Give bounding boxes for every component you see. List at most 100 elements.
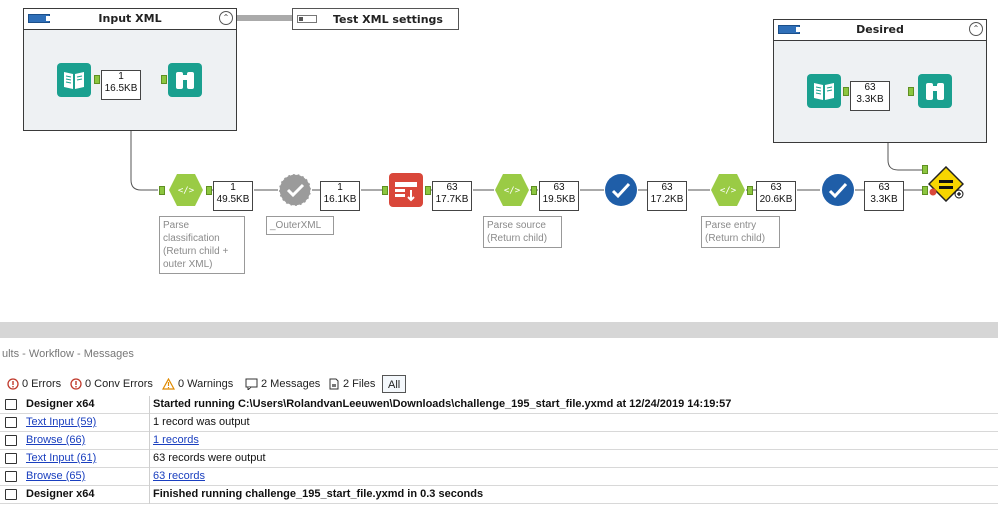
error-icon — [70, 378, 82, 390]
row-tool: Designer x64 — [26, 398, 95, 410]
message-icon — [5, 399, 17, 410]
select-blue-icon[interactable] — [604, 173, 638, 207]
file-icon — [5, 435, 17, 446]
record-count: 63 — [446, 182, 458, 193]
workflow-canvas[interactable]: Input XML ⌃ 1 16.5KB Test XML settings D… — [0, 0, 998, 322]
message-filter-bar: 0 Errors 0 Conv Errors 0 Warnings 2 Mess… — [0, 373, 998, 395]
row-message: Finished running challenge_195_start_fil… — [153, 488, 484, 500]
xml-parse-icon[interactable]: </> — [494, 173, 529, 207]
record-count: 63 — [661, 182, 673, 193]
input-anchor[interactable] — [159, 186, 165, 195]
row-tool-link[interactable]: Browse (66) — [26, 434, 85, 446]
record-count-box: 63 17.7KB — [432, 181, 472, 211]
record-count-box: 63 3.3KB — [850, 81, 890, 111]
record-size: 17.7KB — [435, 194, 469, 205]
row-message: 63 records were output — [153, 452, 266, 464]
record-size: 49.5KB — [216, 194, 250, 205]
test-xml-settings-box[interactable]: Test XML settings — [292, 8, 459, 30]
record-size: 3.3KB — [870, 194, 898, 205]
filter-files[interactable]: 2 Files — [328, 375, 375, 393]
table-row[interactable]: Designer x64 Started running C:\Users\Ro… — [0, 396, 998, 414]
record-count-box: 63 20.6KB — [756, 181, 796, 211]
filter-conv-errors[interactable]: 0 Conv Errors — [70, 375, 153, 393]
output-anchor[interactable] — [94, 75, 100, 84]
output-anchor[interactable] — [531, 186, 537, 195]
filter-errors-label: 0 Errors — [22, 378, 62, 390]
table-row[interactable]: Designer x64 Finished running challenge_… — [0, 486, 998, 504]
filter-all[interactable]: All — [382, 375, 407, 393]
filter-conv-errors-label: 0 Conv Errors — [85, 378, 153, 390]
row-tool: Designer x64 — [26, 488, 95, 500]
table-row[interactable]: Browse (66) 1 records — [0, 432, 998, 450]
output-anchor[interactable] — [843, 87, 849, 96]
container-title: Desired — [856, 23, 904, 36]
record-count-box: 63 3.3KB — [864, 181, 904, 211]
container-header[interactable]: Desired ⌃ — [774, 20, 986, 41]
input-anchor[interactable] — [382, 186, 388, 195]
record-size: 16.5KB — [104, 83, 138, 94]
svg-text:</>: </> — [720, 186, 737, 196]
row-tool-link[interactable]: Text Input (61) — [26, 452, 96, 464]
input-anchor[interactable] — [161, 75, 167, 84]
record-count-box: 63 19.5KB — [539, 181, 579, 211]
message-icon — [245, 378, 258, 391]
filter-warnings-label: 0 Warnings — [178, 378, 234, 390]
output-anchor[interactable] — [206, 186, 212, 195]
row-tool-link[interactable]: Browse (65) — [26, 470, 85, 482]
filter-messages[interactable]: 2 Messages — [245, 375, 320, 393]
table-row[interactable]: Text Input (59) 1 record was output — [0, 414, 998, 432]
text-input-icon[interactable] — [57, 63, 91, 97]
row-tool-link[interactable]: Text Input (59) — [26, 416, 96, 428]
record-count-box: 63 17.2KB — [647, 181, 687, 211]
xml-parse-icon[interactable]: </> — [168, 173, 203, 207]
output-anchor[interactable] — [425, 186, 431, 195]
record-size: 16.1KB — [323, 194, 357, 205]
filter-files-label: 2 Files — [343, 378, 376, 390]
row-message: 1 record was output — [153, 416, 250, 428]
record-count: 1 — [118, 71, 124, 82]
table-row[interactable]: Text Input (61) 63 records were output — [0, 450, 998, 468]
browse-icon[interactable] — [918, 74, 952, 108]
container-header[interactable]: Input XML ⌃ — [24, 9, 236, 30]
warning-icon — [162, 378, 175, 390]
record-size: 19.5KB — [542, 194, 576, 205]
table-row[interactable]: Browse (65) 63 records — [0, 468, 998, 486]
svg-text:</>: </> — [504, 186, 521, 196]
annotation-outer-xml: _OuterXML — [266, 216, 334, 235]
record-count-box: 1 16.1KB — [320, 181, 360, 211]
panel-divider[interactable] — [0, 322, 998, 338]
browse-icon[interactable] — [168, 63, 202, 97]
message-icon — [5, 453, 17, 464]
message-icon — [5, 489, 17, 500]
record-count: 63 — [878, 182, 890, 193]
record-count: 63 — [770, 182, 782, 193]
xml-parse-icon[interactable]: </> — [710, 173, 745, 207]
row-message-link[interactable]: 63 records — [153, 470, 205, 482]
select-blue-icon[interactable] — [821, 173, 855, 207]
filter-errors[interactable]: 0 Errors — [7, 375, 61, 393]
text-input-icon[interactable] — [807, 74, 841, 108]
error-icon — [7, 378, 19, 390]
annotation-parse-source: Parse source (Return child) — [483, 216, 562, 248]
sort-icon[interactable] — [389, 173, 423, 207]
annotation-parse-entry: Parse entry (Return child) — [701, 216, 780, 248]
select-icon[interactable] — [278, 173, 312, 207]
filter-messages-label: 2 Messages — [261, 378, 321, 390]
container-title: Input XML — [98, 12, 162, 25]
output-anchor[interactable] — [747, 186, 753, 195]
record-count-box: 1 49.5KB — [213, 181, 253, 211]
row-message-link[interactable]: 1 records — [153, 434, 199, 446]
test-xml-settings-title: Test XML settings — [333, 13, 443, 26]
message-icon — [5, 417, 17, 428]
test-icon[interactable] — [928, 166, 964, 202]
settings-container-icon — [297, 15, 317, 23]
collapse-icon[interactable]: ⌃ — [969, 22, 983, 36]
record-size: 20.6KB — [759, 194, 793, 205]
collapse-icon[interactable]: ⌃ — [219, 11, 233, 25]
record-count: 63 — [553, 182, 565, 193]
svg-text:</>: </> — [178, 186, 195, 196]
input-anchor[interactable] — [908, 87, 914, 96]
record-count-box: 1 16.5KB — [101, 70, 141, 100]
results-panel-title: ults - Workflow - Messages — [2, 348, 134, 360]
filter-warnings[interactable]: 0 Warnings — [162, 375, 233, 393]
